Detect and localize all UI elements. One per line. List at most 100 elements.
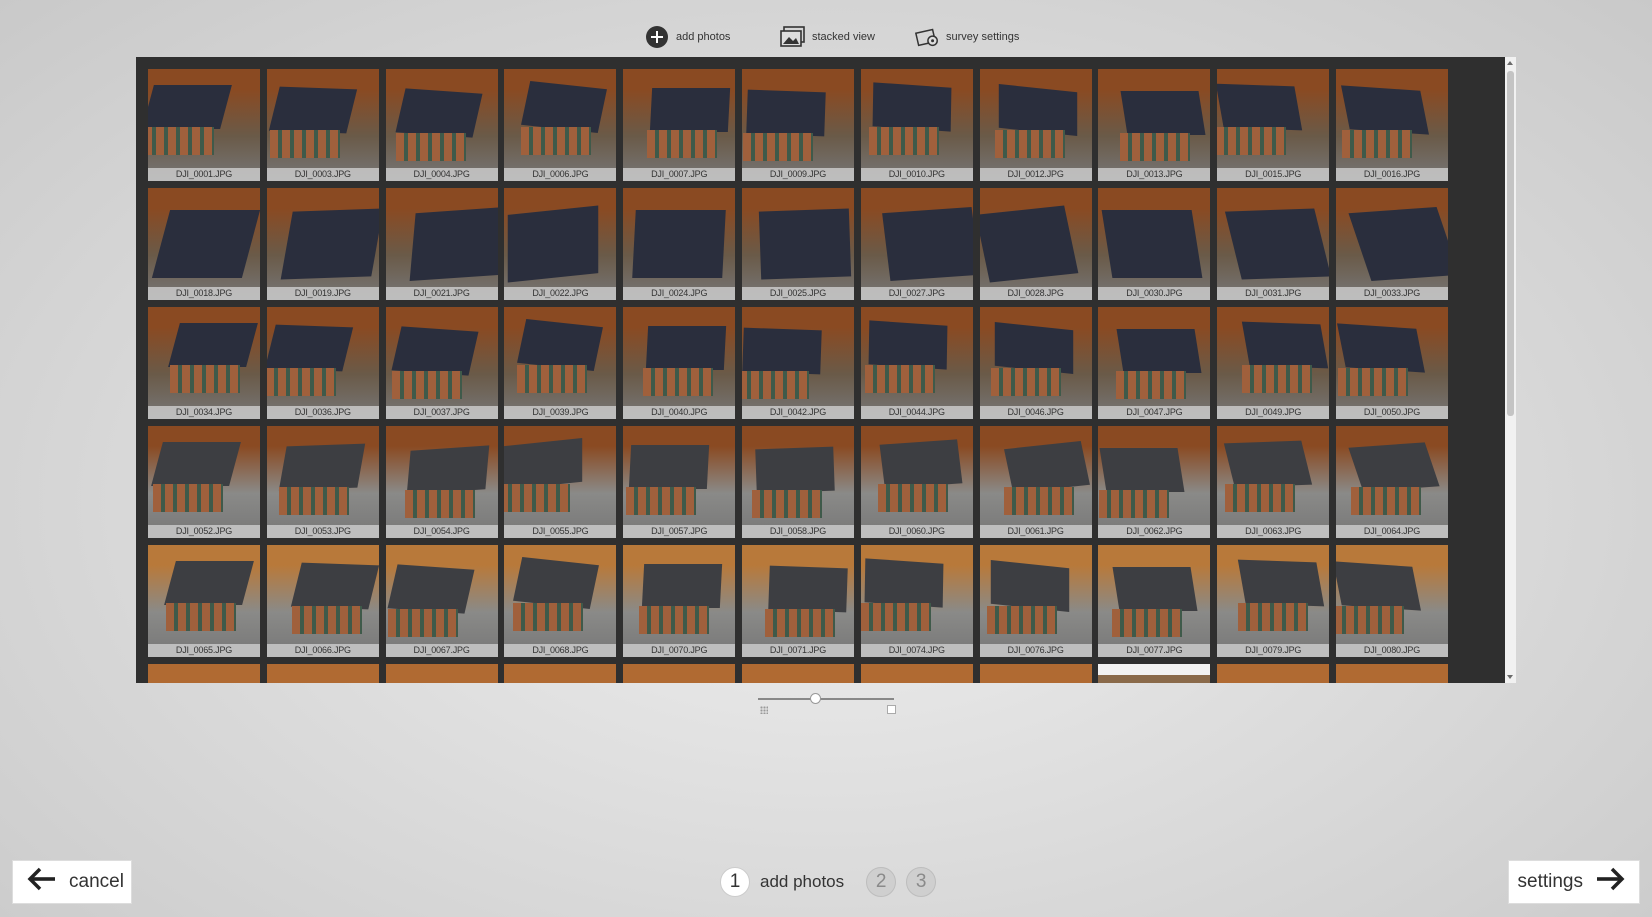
photo-thumbnail[interactable]: DJI_0015.JPG [1217, 69, 1330, 181]
stacked-photos-icon [780, 24, 806, 50]
photo-thumbnail[interactable]: DJI_0033.JPG [1335, 188, 1448, 300]
thumbnail-size-slider[interactable] [758, 692, 898, 716]
photo-thumbnail[interactable]: DJI_0068.JPG [504, 545, 617, 657]
roof-shape [504, 438, 583, 490]
photo-thumbnail[interactable]: DJI_0040.JPG [623, 307, 736, 419]
photo-thumbnail[interactable]: DJI_0046.JPG [979, 307, 1092, 419]
photo-thumbnail[interactable]: DJI_0006.JPG [504, 69, 617, 181]
settings-next-button[interactable]: settings [1508, 860, 1640, 904]
photo-thumbnail[interactable]: DJI_0047.JPG [1098, 307, 1211, 419]
photo-thumbnail[interactable]: DJI_0004.JPG [385, 69, 498, 181]
add-photos-button[interactable]: add photos [644, 22, 730, 52]
photo-thumbnail[interactable]: DJI_0030.JPG [1098, 188, 1211, 300]
photo-thumbnail[interactable] [860, 664, 973, 683]
photo-thumbnail[interactable]: DJI_0042.JPG [741, 307, 854, 419]
gallery-scrollbar[interactable] [1505, 57, 1516, 683]
photo-thumbnail[interactable]: DJI_0064.JPG [1335, 426, 1448, 538]
photo-filename: DJI_0013.JPG [1098, 168, 1211, 181]
stacked-view-button[interactable]: stacked view [780, 22, 875, 52]
photo-thumbnail[interactable]: DJI_0052.JPG [148, 426, 260, 538]
cancel-button[interactable]: cancel [12, 860, 132, 904]
building-wall [291, 606, 362, 634]
slider-knob[interactable] [810, 693, 821, 704]
photo-thumbnail[interactable] [1335, 664, 1448, 683]
photo-thumbnail[interactable]: DJI_0037.JPG [385, 307, 498, 419]
step-3[interactable]: 3 [906, 867, 937, 897]
step-1[interactable]: 1 [720, 867, 750, 897]
photo-thumbnail[interactable]: DJI_0060.JPG [860, 426, 973, 538]
photo-filename: DJI_0046.JPG [979, 406, 1092, 419]
roof-shape [1120, 91, 1206, 135]
photo-filename: DJI_0001.JPG [148, 168, 260, 181]
photo-grid: DJI_0001.JPG DJI_0003.JPG DJI_0004.JPG DJI_… [148, 69, 1458, 683]
scroll-up-icon[interactable] [1507, 61, 1513, 65]
photo-thumbnail[interactable]: DJI_0009.JPG [741, 69, 854, 181]
photo-thumbnail[interactable]: DJI_0076.JPG [979, 545, 1092, 657]
photo-filename: DJI_0080.JPG [1335, 644, 1448, 657]
photo-thumbnail[interactable]: DJI_0057.JPG [623, 426, 736, 538]
photo-thumbnail[interactable] [1217, 664, 1330, 683]
photo-thumbnail[interactable]: DJI_0036.JPG [266, 307, 379, 419]
step-2[interactable]: 2 [866, 867, 897, 897]
photo-thumbnail[interactable]: DJI_0019.JPG [266, 188, 379, 300]
photo-thumbnail[interactable] [504, 664, 617, 683]
photo-filename: DJI_0054.JPG [385, 525, 498, 538]
photo-thumbnail[interactable]: DJI_0071.JPG [741, 545, 854, 657]
photo-filename: DJI_0012.JPG [979, 168, 1092, 181]
photo-thumbnail[interactable]: DJI_0001.JPG [148, 69, 260, 181]
photo-thumbnail[interactable] [741, 664, 854, 683]
photo-thumbnail[interactable]: DJI_0024.JPG [623, 188, 736, 300]
photo-thumbnail[interactable]: DJI_0027.JPG [860, 188, 973, 300]
photo-thumbnail[interactable]: DJI_0062.JPG [1098, 426, 1211, 538]
photo-thumbnail[interactable]: DJI_0066.JPG [266, 545, 379, 657]
photo-thumbnail[interactable]: DJI_0070.JPG [623, 545, 736, 657]
building-wall [1238, 603, 1309, 631]
photo-thumbnail[interactable]: DJI_0031.JPG [1217, 188, 1330, 300]
scroll-thumb[interactable] [1507, 71, 1514, 416]
photo-thumbnail[interactable]: DJI_0034.JPG [148, 307, 260, 419]
photo-thumbnail[interactable]: DJI_0077.JPG [1098, 545, 1211, 657]
photo-thumbnail[interactable] [623, 664, 736, 683]
photo-thumbnail[interactable]: DJI_0021.JPG [385, 188, 498, 300]
photo-thumbnail[interactable]: DJI_0067.JPG [385, 545, 498, 657]
photo-thumbnail[interactable]: DJI_0058.JPG [741, 426, 854, 538]
photo-thumbnail[interactable]: DJI_0039.JPG [504, 307, 617, 419]
building-wall [1335, 606, 1404, 634]
photo-thumbnail[interactable]: DJI_0044.JPG [860, 307, 973, 419]
photo-thumbnail[interactable] [1098, 664, 1211, 683]
photo-filename: DJI_0015.JPG [1217, 168, 1330, 181]
roof-shape [148, 85, 232, 129]
photo-thumbnail[interactable]: DJI_0080.JPG [1335, 545, 1448, 657]
slider-track[interactable] [758, 698, 894, 700]
photo-thumbnail[interactable]: DJI_0049.JPG [1217, 307, 1330, 419]
step-1-number: 1 [729, 871, 741, 892]
photo-thumbnail[interactable]: DJI_0054.JPG [385, 426, 498, 538]
scroll-down-icon[interactable] [1507, 675, 1513, 679]
photo-thumbnail[interactable] [385, 664, 498, 683]
photo-thumbnail[interactable]: DJI_0079.JPG [1217, 545, 1330, 657]
photo-thumbnail[interactable]: DJI_0028.JPG [979, 188, 1092, 300]
photo-thumbnail[interactable] [148, 664, 260, 683]
photo-thumbnail[interactable]: DJI_0012.JPG [979, 69, 1092, 181]
photo-thumbnail[interactable]: DJI_0025.JPG [741, 188, 854, 300]
top-toolbar: add photos stacked view survey settings [0, 22, 1652, 52]
photo-thumbnail[interactable]: DJI_0063.JPG [1217, 426, 1330, 538]
building-wall [751, 490, 822, 518]
photo-thumbnail[interactable]: DJI_0074.JPG [860, 545, 973, 657]
photo-thumbnail[interactable]: DJI_0007.JPG [623, 69, 736, 181]
photo-thumbnail[interactable] [266, 664, 379, 683]
photo-thumbnail[interactable]: DJI_0053.JPG [266, 426, 379, 538]
photo-thumbnail[interactable] [979, 664, 1092, 683]
photo-thumbnail[interactable]: DJI_0050.JPG [1335, 307, 1448, 419]
photo-thumbnail[interactable]: DJI_0013.JPG [1098, 69, 1211, 181]
photo-filename: DJI_0068.JPG [504, 644, 617, 657]
photo-thumbnail[interactable]: DJI_0022.JPG [504, 188, 617, 300]
photo-thumbnail[interactable]: DJI_0065.JPG [148, 545, 260, 657]
photo-thumbnail[interactable]: DJI_0010.JPG [860, 69, 973, 181]
survey-settings-button[interactable]: survey settings [914, 22, 1019, 52]
photo-thumbnail[interactable]: DJI_0018.JPG [148, 188, 260, 300]
photo-thumbnail[interactable]: DJI_0016.JPG [1335, 69, 1448, 181]
photo-thumbnail[interactable]: DJI_0061.JPG [979, 426, 1092, 538]
photo-thumbnail[interactable]: DJI_0003.JPG [266, 69, 379, 181]
photo-thumbnail[interactable]: DJI_0055.JPG [504, 426, 617, 538]
